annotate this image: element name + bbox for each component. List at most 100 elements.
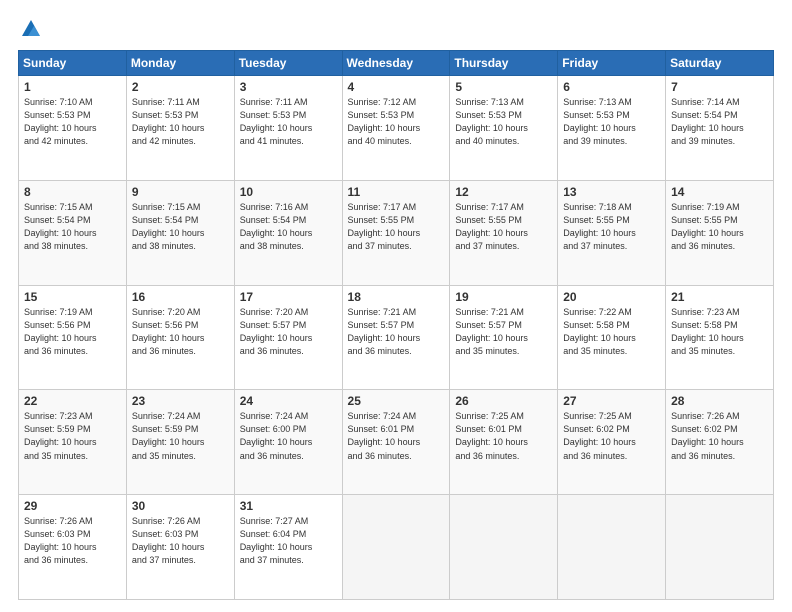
day-number: 1 [24,80,121,94]
day-number: 16 [132,290,229,304]
logo [18,18,42,40]
day-info: Sunrise: 7:20 AMSunset: 5:57 PMDaylight:… [240,306,337,358]
day-number: 5 [455,80,552,94]
day-number: 21 [671,290,768,304]
day-number: 27 [563,394,660,408]
day-info: Sunrise: 7:23 AMSunset: 5:58 PMDaylight:… [671,306,768,358]
day-number: 23 [132,394,229,408]
calendar-cell: 27 Sunrise: 7:25 AMSunset: 6:02 PMDayligh… [558,390,666,495]
day-info: Sunrise: 7:27 AMSunset: 6:04 PMDaylight:… [240,515,337,567]
day-info: Sunrise: 7:19 AMSunset: 5:55 PMDaylight:… [671,201,768,253]
day-info: Sunrise: 7:17 AMSunset: 5:55 PMDaylight:… [348,201,445,253]
day-info: Sunrise: 7:23 AMSunset: 5:59 PMDaylight:… [24,410,121,462]
day-number: 28 [671,394,768,408]
calendar-table: SundayMondayTuesdayWednesdayThursdayFrid… [18,50,774,600]
calendar-cell: 18 Sunrise: 7:21 AMSunset: 5:57 PMDayligh… [342,285,450,390]
calendar-cell: 3Sunrise: 7:11 AMSunset: 5:53 PMDaylight… [234,76,342,181]
day-number: 29 [24,499,121,513]
weekday-monday: Monday [126,51,234,76]
calendar-cell: 26 Sunrise: 7:25 AMSunset: 6:01 PMDayligh… [450,390,558,495]
day-info: Sunrise: 7:21 AMSunset: 5:57 PMDaylight:… [455,306,552,358]
calendar-cell: 14 Sunrise: 7:19 AMSunset: 5:55 PMDayligh… [666,180,774,285]
day-info: Sunrise: 7:14 AMSunset: 5:54 PMDaylight:… [671,96,768,148]
calendar-week-1: 1 Sunrise: 7:10 AMSunset: 5:53 PMDaylight… [19,76,774,181]
day-number: 30 [132,499,229,513]
calendar-cell: 6 Sunrise: 7:13 AMSunset: 5:53 PMDaylight… [558,76,666,181]
day-number: 17 [240,290,337,304]
day-info: Sunrise: 7:25 AMSunset: 6:01 PMDaylight:… [455,410,552,462]
day-info: Sunrise: 7:11 AMSunset: 5:53 PMDaylight:… [132,96,229,148]
day-info: Sunrise: 7:13 AMSunset: 5:53 PMDaylight:… [563,96,660,148]
day-number: 14 [671,185,768,199]
day-number: 7 [671,80,768,94]
day-info: Sunrise: 7:10 AMSunset: 5:53 PMDaylight:… [24,96,121,148]
calendar-cell: 9 Sunrise: 7:15 AMSunset: 5:54 PMDaylight… [126,180,234,285]
header [18,18,774,40]
day-info: Sunrise: 7:24 AMSunset: 6:01 PMDaylight:… [348,410,445,462]
calendar-cell: 29 Sunrise: 7:26 AMSunset: 6:03 PMDayligh… [19,495,127,600]
calendar-cell: 16 Sunrise: 7:20 AMSunset: 5:56 PMDayligh… [126,285,234,390]
calendar-cell: 17 Sunrise: 7:20 AMSunset: 5:57 PMDayligh… [234,285,342,390]
day-number: 13 [563,185,660,199]
day-info: Sunrise: 7:13 AMSunset: 5:53 PMDaylight:… [455,96,552,148]
weekday-sunday: Sunday [19,51,127,76]
weekday-wednesday: Wednesday [342,51,450,76]
day-number: 20 [563,290,660,304]
day-info: Sunrise: 7:17 AMSunset: 5:55 PMDaylight:… [455,201,552,253]
calendar-cell: 10 Sunrise: 7:16 AMSunset: 5:54 PMDayligh… [234,180,342,285]
day-number: 18 [348,290,445,304]
day-number: 31 [240,499,337,513]
day-number: 24 [240,394,337,408]
day-info: Sunrise: 7:18 AMSunset: 5:55 PMDaylight:… [563,201,660,253]
day-number: 25 [348,394,445,408]
weekday-tuesday: Tuesday [234,51,342,76]
day-info: Sunrise: 7:22 AMSunset: 5:58 PMDaylight:… [563,306,660,358]
day-info: Sunrise: 7:25 AMSunset: 6:02 PMDaylight:… [563,410,660,462]
calendar-cell: 28Sunrise: 7:26 AMSunset: 6:02 PMDayligh… [666,390,774,495]
day-number: 8 [24,185,121,199]
calendar-cell: 7 Sunrise: 7:14 AMSunset: 5:54 PMDaylight… [666,76,774,181]
weekday-friday: Friday [558,51,666,76]
day-number: 9 [132,185,229,199]
day-info: Sunrise: 7:16 AMSunset: 5:54 PMDaylight:… [240,201,337,253]
calendar-cell: 21 Sunrise: 7:23 AMSunset: 5:58 PMDayligh… [666,285,774,390]
day-info: Sunrise: 7:26 AMSunset: 6:03 PMDaylight:… [24,515,121,567]
calendar-cell [666,495,774,600]
day-info: Sunrise: 7:11 AMSunset: 5:53 PMDaylight:… [240,96,337,148]
day-number: 10 [240,185,337,199]
calendar-cell: 23Sunrise: 7:24 AMSunset: 5:59 PMDayligh… [126,390,234,495]
calendar-cell [342,495,450,600]
page: SundayMondayTuesdayWednesdayThursdayFrid… [0,0,792,612]
day-number: 2 [132,80,229,94]
day-info: Sunrise: 7:15 AMSunset: 5:54 PMDaylight:… [132,201,229,253]
calendar-cell: 1 Sunrise: 7:10 AMSunset: 5:53 PMDaylight… [19,76,127,181]
calendar-cell: 19 Sunrise: 7:21 AMSunset: 5:57 PMDayligh… [450,285,558,390]
day-number: 11 [348,185,445,199]
day-info: Sunrise: 7:20 AMSunset: 5:56 PMDaylight:… [132,306,229,358]
day-number: 19 [455,290,552,304]
calendar-week-2: 8 Sunrise: 7:15 AMSunset: 5:54 PMDaylight… [19,180,774,285]
day-info: Sunrise: 7:12 AMSunset: 5:53 PMDaylight:… [348,96,445,148]
day-number: 15 [24,290,121,304]
calendar-cell: 22Sunrise: 7:23 AMSunset: 5:59 PMDayligh… [19,390,127,495]
calendar-cell [450,495,558,600]
calendar-cell: 31 Sunrise: 7:27 AMSunset: 6:04 PMDayligh… [234,495,342,600]
day-info: Sunrise: 7:15 AMSunset: 5:54 PMDaylight:… [24,201,121,253]
day-info: Sunrise: 7:19 AMSunset: 5:56 PMDaylight:… [24,306,121,358]
weekday-thursday: Thursday [450,51,558,76]
calendar-cell: 2 Sunrise: 7:11 AMSunset: 5:53 PMDaylight… [126,76,234,181]
calendar-week-4: 22Sunrise: 7:23 AMSunset: 5:59 PMDayligh… [19,390,774,495]
calendar-cell: 15 Sunrise: 7:19 AMSunset: 5:56 PMDayligh… [19,285,127,390]
day-info: Sunrise: 7:21 AMSunset: 5:57 PMDaylight:… [348,306,445,358]
calendar-cell: 11 Sunrise: 7:17 AMSunset: 5:55 PMDayligh… [342,180,450,285]
calendar-cell: 12Sunrise: 7:17 AMSunset: 5:55 PMDayligh… [450,180,558,285]
calendar-cell: 24 Sunrise: 7:24 AMSunset: 6:00 PMDayligh… [234,390,342,495]
day-info: Sunrise: 7:24 AMSunset: 6:00 PMDaylight:… [240,410,337,462]
calendar-cell: 4 Sunrise: 7:12 AMSunset: 5:53 PMDaylight… [342,76,450,181]
calendar-cell: 13 Sunrise: 7:18 AMSunset: 5:55 PMDayligh… [558,180,666,285]
day-number: 4 [348,80,445,94]
calendar-cell: 25 Sunrise: 7:24 AMSunset: 6:01 PMDayligh… [342,390,450,495]
day-number: 6 [563,80,660,94]
day-number: 26 [455,394,552,408]
day-info: Sunrise: 7:26 AMSunset: 6:03 PMDaylight:… [132,515,229,567]
